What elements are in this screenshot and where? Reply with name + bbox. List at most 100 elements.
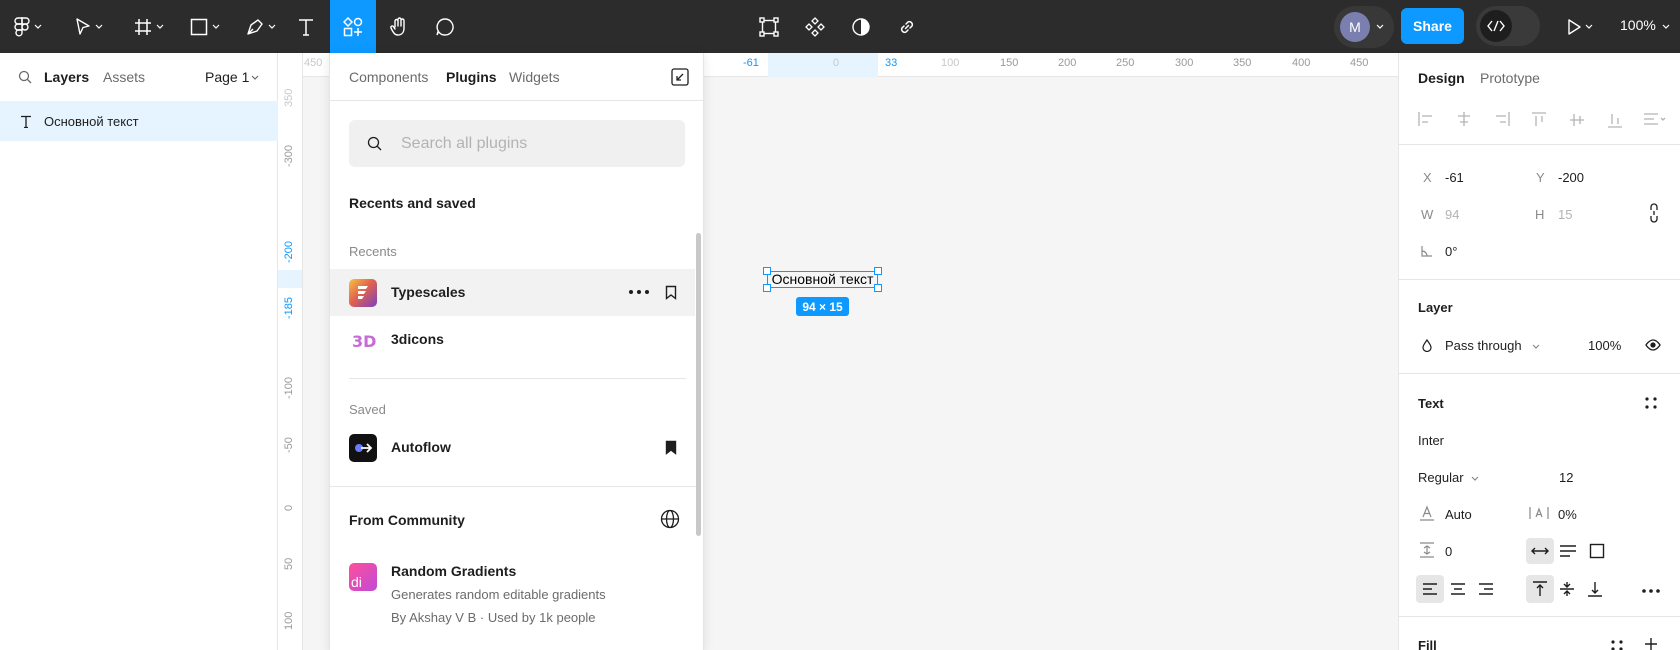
search-icon[interactable] [18,70,32,84]
vertical-align-top-icon[interactable] [1532,581,1548,597]
text-tool-button[interactable] [292,0,320,53]
bookmark-icon[interactable] [665,285,677,300]
ruler-tick: 250 [1116,57,1135,69]
ruler-tick: 0 [283,504,295,511]
add-fill-icon[interactable] [1644,638,1658,650]
constrain-proportions-icon[interactable] [1649,203,1659,223]
main-menu-button[interactable] [8,0,48,53]
plugin-row-3dicons[interactable]: 3D 3dicons [330,316,695,363]
dev-mode-toggle[interactable] [1476,6,1540,46]
more-options-icon[interactable] [1642,589,1660,593]
avatar[interactable]: M [1340,12,1370,42]
bookmark-filled-icon[interactable] [665,440,677,455]
distribute-icon[interactable] [1643,111,1667,127]
resources-tool-button[interactable] [330,0,376,53]
resize-handle[interactable] [763,284,771,292]
collapse-panel-icon[interactable] [670,67,690,87]
auto-width-icon[interactable] [1531,545,1549,557]
plugin-row-autoflow[interactable]: Autoflow [330,424,695,471]
resize-handle[interactable] [874,267,882,275]
line-height-input[interactable]: Auto [1445,507,1472,522]
align-top-icon[interactable] [1531,111,1547,129]
resize-handle[interactable] [763,267,771,275]
mask-button[interactable] [846,0,876,53]
more-options-icon[interactable] [629,290,649,294]
rotation-input[interactable]: 0° [1445,244,1457,259]
pen-tool-button[interactable] [238,0,284,53]
edit-object-button[interactable] [754,0,784,53]
zoom-level[interactable]: 100% [1620,17,1656,33]
text-align-right-icon[interactable] [1478,582,1494,596]
divider [349,378,686,379]
chevron-down-icon[interactable] [1471,476,1479,481]
frame-tool-button[interactable] [126,0,172,53]
chevron-down-icon[interactable] [1376,24,1384,29]
tab-widgets[interactable]: Widgets [509,69,560,85]
eye-icon[interactable] [1645,339,1661,351]
vertical-align-bottom-icon[interactable] [1587,581,1603,597]
align-right-icon[interactable] [1493,111,1511,127]
page-selector[interactable]: Page 1 [205,69,249,85]
ruler-tick: 0 [833,57,840,69]
align-center-horizontal-icon[interactable] [1455,111,1473,127]
align-bottom-icon[interactable] [1607,111,1623,129]
chevron-down-icon[interactable] [1532,344,1540,349]
styles-grid-icon[interactable] [1611,640,1623,650]
canvas-text-layer[interactable]: Основной текст [767,271,878,288]
tab-design[interactable]: Design [1418,70,1465,86]
text-align-center-icon[interactable] [1450,582,1466,596]
tab-prototype[interactable]: Prototype [1480,70,1540,86]
comment-tool-button[interactable] [430,0,460,53]
link-button[interactable] [892,0,922,53]
resize-handle[interactable] [874,284,882,292]
chevron-down-icon[interactable] [251,75,259,80]
y-input[interactable]: -200 [1558,170,1584,185]
styles-grid-icon[interactable] [1645,397,1657,409]
w-label: W [1421,207,1434,222]
globe-icon[interactable] [660,509,680,529]
x-input[interactable]: -61 [1445,170,1464,185]
plugin-row-random-gradients[interactable]: di Random Gradients Generates random edi… [330,553,695,643]
scrollbar[interactable] [696,233,701,536]
auto-height-icon[interactable] [1559,544,1577,558]
create-component-button[interactable] [800,0,830,53]
tab-plugins[interactable]: Plugins [446,69,497,85]
h-input[interactable]: 15 [1558,207,1572,222]
tab-layers[interactable]: Layers [44,69,89,85]
typescales-icon [349,279,377,307]
text-align-left-icon[interactable] [1422,582,1438,596]
share-button[interactable]: Share [1401,8,1464,44]
y-label: Y [1536,170,1545,185]
chevron-down-icon[interactable] [1662,24,1670,29]
svg-text:3D: 3D [352,332,376,351]
move-tool-button[interactable] [66,0,112,53]
tab-components[interactable]: Components [349,69,428,85]
chevron-down-icon [212,24,220,29]
chevron-down-icon [268,24,276,29]
letter-spacing-input[interactable]: 0% [1558,507,1577,522]
ruler-tick: -50 [283,437,295,453]
align-center-vertical-icon[interactable] [1569,111,1585,129]
plugin-search[interactable] [349,120,685,167]
vertical-align-middle-icon[interactable] [1559,581,1575,597]
hand-tool-button[interactable] [384,0,414,53]
search-input[interactable] [401,120,671,167]
section-title: Recents and saved [349,195,476,211]
tab-assets[interactable]: Assets [103,69,145,85]
fixed-size-icon[interactable] [1589,543,1605,559]
font-size-input[interactable]: 12 [1559,470,1573,485]
layer-name: Основной текст [44,113,139,129]
opacity-input[interactable]: 100% [1588,338,1621,353]
align-left-icon[interactable] [1417,111,1435,127]
ruler-tick: 300 [1175,57,1194,69]
blend-mode-select[interactable]: Pass through [1445,338,1522,353]
ruler-tick: -300 [283,144,295,167]
plugin-row-typescales[interactable]: Typescales [330,269,695,316]
paragraph-spacing-input[interactable]: 0 [1445,544,1452,559]
font-weight-select[interactable]: Regular [1418,470,1464,485]
shape-tool-button[interactable] [182,0,228,53]
font-family-select[interactable]: Inter [1418,433,1444,448]
w-input[interactable]: 94 [1445,207,1459,222]
layer-row[interactable]: Основной текст [0,101,278,141]
present-button[interactable] [1560,0,1600,53]
